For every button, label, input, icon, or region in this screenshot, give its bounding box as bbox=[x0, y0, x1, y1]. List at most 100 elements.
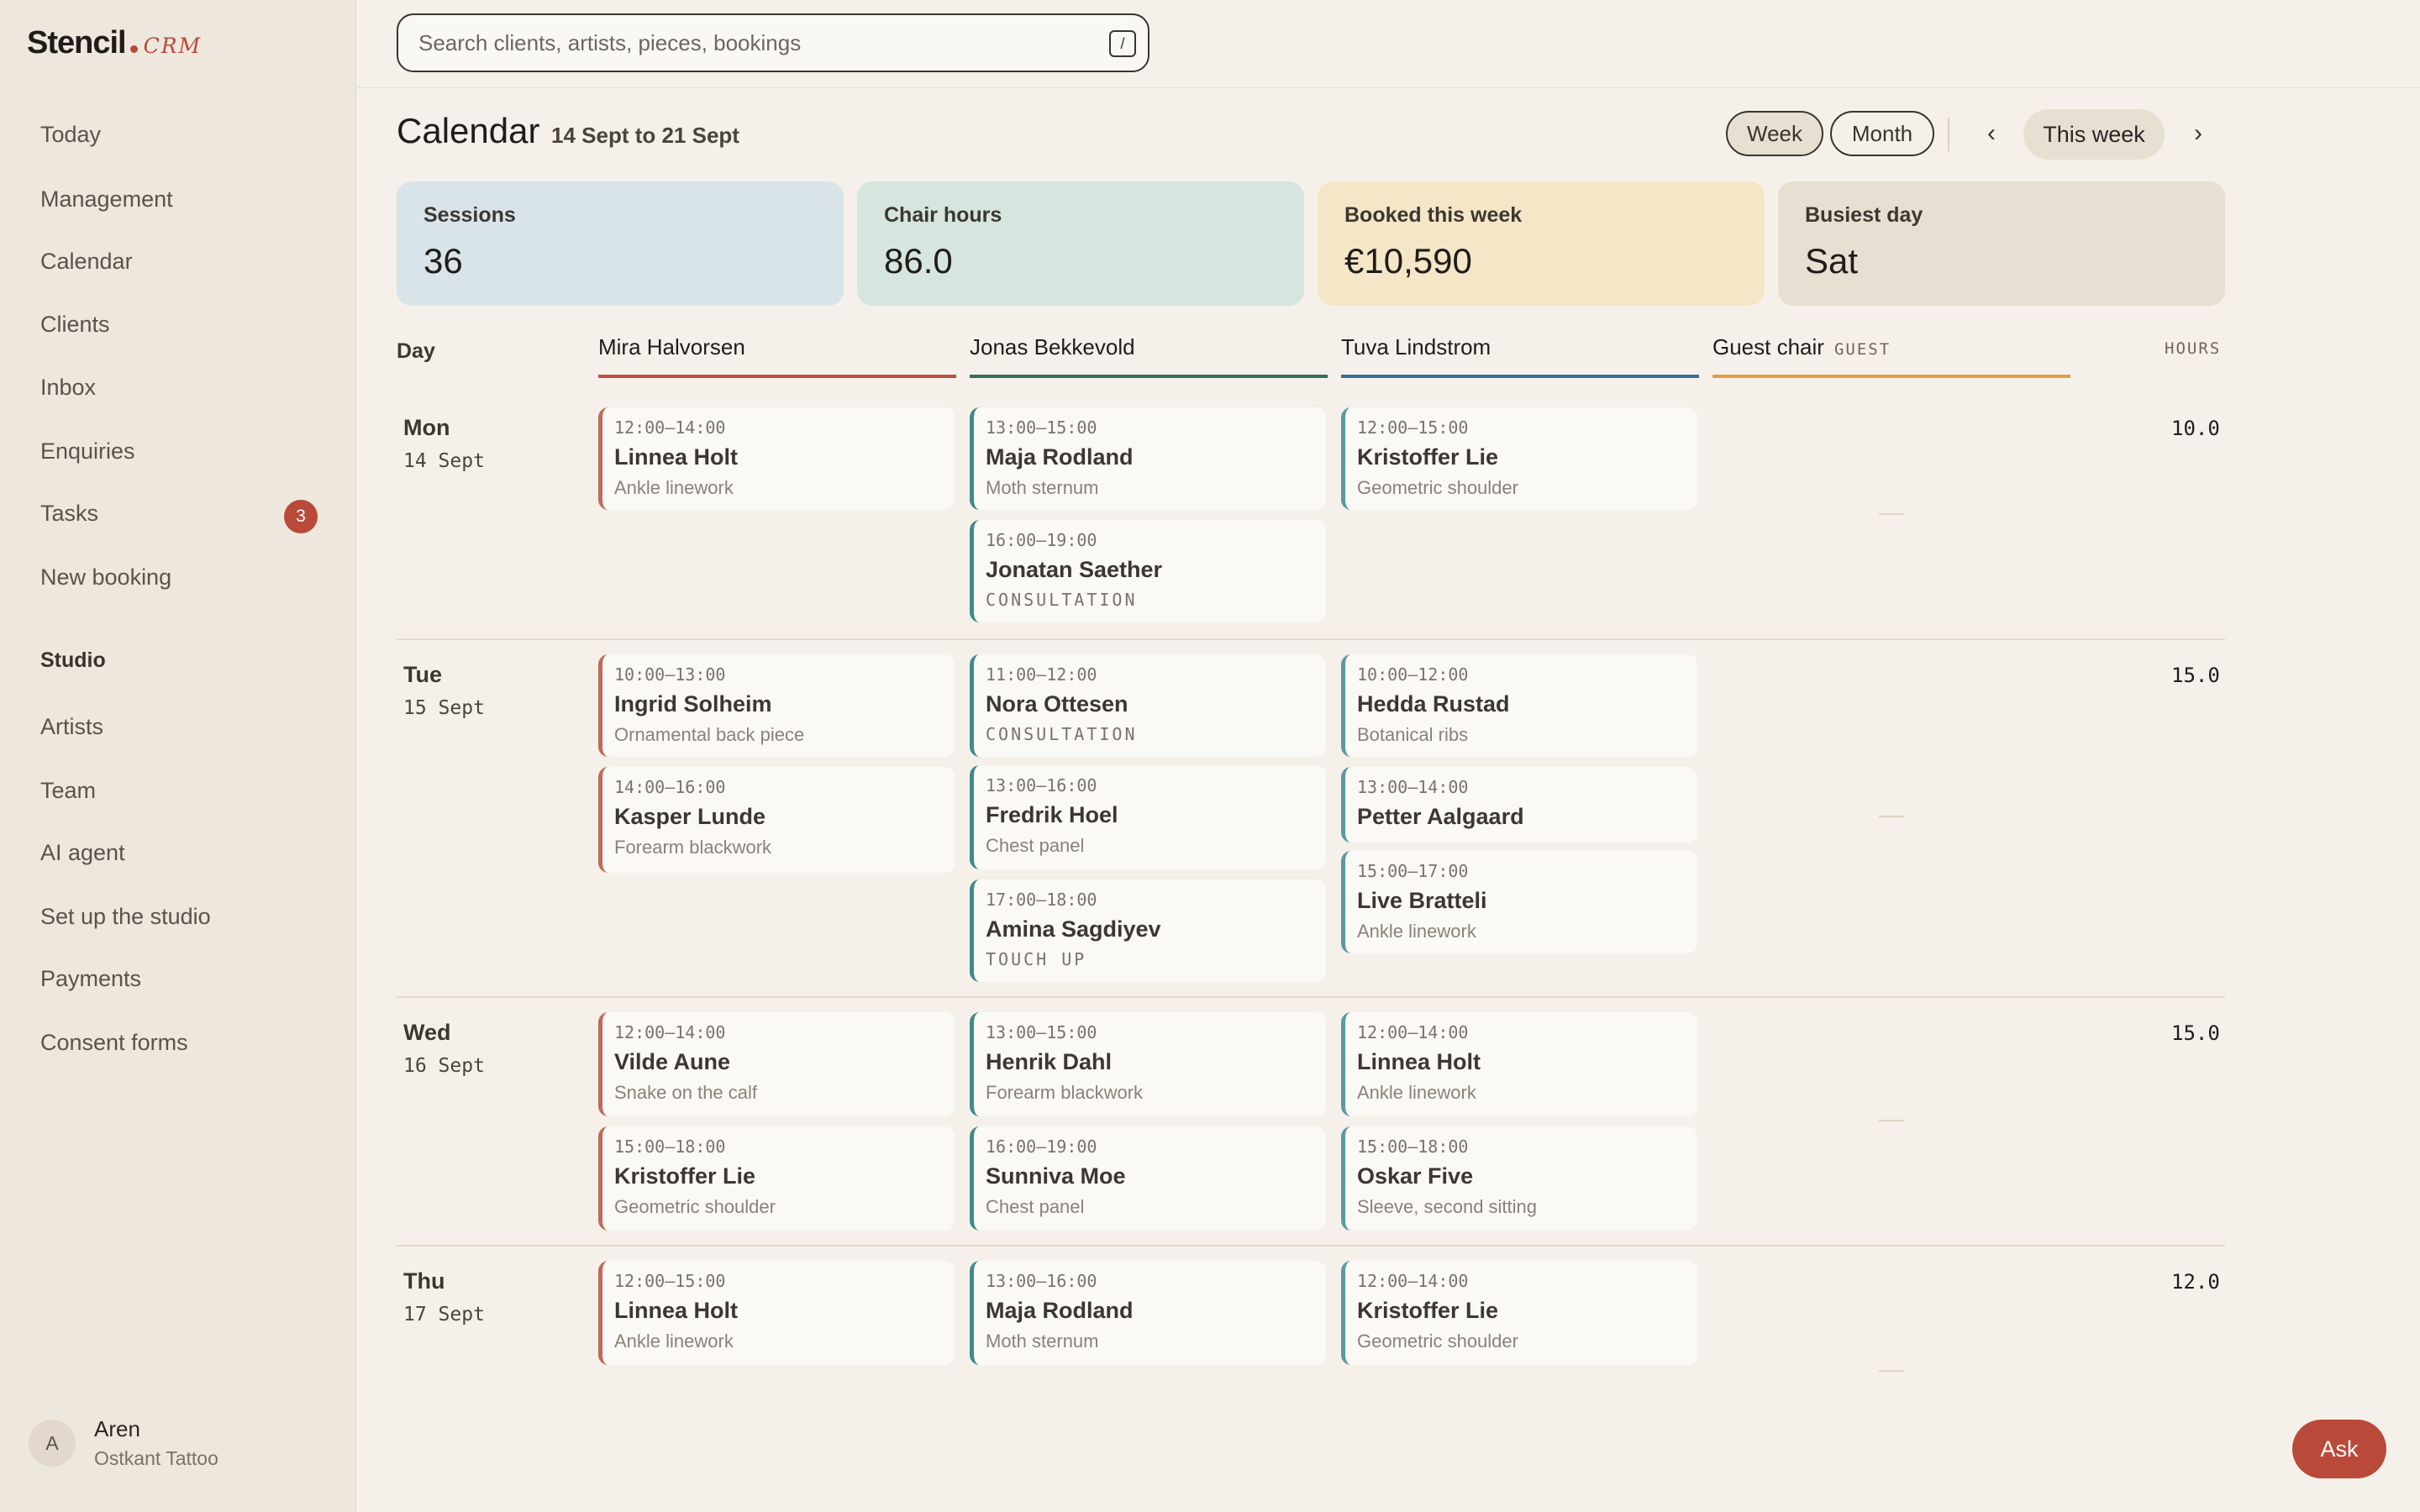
artist-header-jonas[interactable]: Jonas Bekkevold bbox=[970, 334, 1328, 378]
booking-client: Kasper Lunde bbox=[614, 804, 766, 829]
logo-dot-icon bbox=[129, 45, 138, 53]
booking-card[interactable]: 14:00–16:00 Kasper Lunde Forearm blackwo… bbox=[598, 767, 955, 873]
user-profile[interactable]: A Aren Ostkant Tattoo bbox=[29, 1416, 218, 1470]
guest-chair-empty[interactable] bbox=[1879, 513, 1904, 515]
booking-time: 15:00–17:00 bbox=[1357, 861, 1469, 881]
sidebar-item-today[interactable]: Today bbox=[40, 109, 318, 160]
stat-card-busiest-day: Busiest day Sat bbox=[1778, 181, 2225, 306]
sidebar-item-label: Team bbox=[40, 778, 97, 803]
guest-chair-empty[interactable] bbox=[1879, 1120, 1904, 1121]
sidebar-item-calendar[interactable]: Calendar bbox=[40, 236, 318, 286]
booking-piece: Ankle linework bbox=[614, 1331, 734, 1352]
artist-name: Tuva Lindstrom bbox=[1341, 334, 1491, 360]
guest-chair-empty[interactable] bbox=[1879, 816, 1904, 817]
avatar: A bbox=[29, 1420, 76, 1467]
booking-card[interactable]: 12:00–14:00 Linnea Holt Ankle linework bbox=[598, 407, 955, 510]
booking-card[interactable]: 17:00–18:00 Amina Sagdiyev TOUCH UP bbox=[970, 879, 1326, 982]
sidebar-item-management[interactable]: Management bbox=[40, 174, 318, 224]
hours-column-header: HOURS bbox=[2165, 339, 2222, 358]
booking-card[interactable]: 12:00–15:00 Linnea Holt Ankle linework bbox=[598, 1261, 955, 1365]
guest-chair-empty[interactable] bbox=[1879, 1370, 1904, 1372]
booking-card[interactable]: 13:00–16:00 Maja Rodland Moth sternum bbox=[970, 1261, 1326, 1365]
booking-piece: Chest panel bbox=[986, 835, 1085, 856]
row-divider bbox=[397, 1245, 2225, 1247]
booking-piece: Sleeve, second sitting bbox=[1357, 1196, 1538, 1217]
artist-color-bar bbox=[970, 375, 1328, 378]
booking-card[interactable]: 12:00–14:00 Vilde Aune Snake on the calf bbox=[598, 1012, 955, 1116]
prev-week-chevron-icon[interactable]: ‹ bbox=[1975, 113, 2008, 155]
sidebar-item-inbox[interactable]: Inbox bbox=[40, 362, 318, 412]
day-date: 14 Sept bbox=[403, 450, 485, 472]
app-name: Stencil bbox=[27, 25, 127, 60]
booking-card[interactable]: 11:00–12:00 Nora Ottesen CONSULTATION bbox=[970, 654, 1326, 757]
ask-ai-button[interactable]: Ask bbox=[2292, 1420, 2386, 1478]
row-divider bbox=[397, 638, 2225, 640]
day-date: 15 Sept bbox=[403, 697, 485, 719]
booking-type-tag: CONSULTATION bbox=[986, 724, 1138, 744]
booking-card[interactable]: 12:00–15:00 Kristoffer Lie Geometric sho… bbox=[1341, 407, 1697, 510]
search-box[interactable]: / bbox=[397, 13, 1150, 72]
user-info: Aren Ostkant Tattoo bbox=[94, 1416, 218, 1470]
booking-time: 14:00–16:00 bbox=[614, 777, 726, 797]
sidebar-item-enquiries[interactable]: Enquiries bbox=[40, 426, 318, 476]
artist-color-bar bbox=[1341, 375, 1699, 378]
view-week-button[interactable]: Week bbox=[1726, 111, 1823, 156]
booking-piece: Moth sternum bbox=[986, 1331, 1099, 1352]
booking-client: Live Bratteli bbox=[1357, 888, 1487, 913]
app-logo[interactable]: Stencil CRM bbox=[27, 25, 202, 61]
booking-card[interactable]: 13:00–15:00 Henrik Dahl Forearm blackwor… bbox=[970, 1012, 1326, 1116]
booking-client: Kristoffer Lie bbox=[1357, 444, 1499, 470]
booking-card[interactable]: 16:00–19:00 Sunniva Moe Chest panel bbox=[970, 1126, 1326, 1231]
day-hours: 12.0 bbox=[2171, 1270, 2220, 1294]
booking-type-tag: TOUCH UP bbox=[986, 949, 1087, 969]
booking-time: 12:00–15:00 bbox=[614, 1271, 726, 1291]
sidebar-item-team[interactable]: Team bbox=[40, 765, 318, 816]
guest-tag: GUEST bbox=[1833, 340, 1891, 359]
booking-time: 15:00–18:00 bbox=[614, 1137, 726, 1157]
sidebar-item-set-up-studio[interactable]: Set up the studio bbox=[40, 891, 318, 942]
artist-color-bar bbox=[1712, 375, 2070, 378]
sidebar-item-label: Management bbox=[40, 186, 173, 212]
booking-card[interactable]: 15:00–17:00 Live Bratteli Ankle linework bbox=[1341, 851, 1697, 953]
next-week-chevron-icon[interactable]: › bbox=[2181, 113, 2215, 155]
sidebar-item-label: Inbox bbox=[40, 375, 97, 400]
search-input[interactable] bbox=[418, 15, 1074, 71]
sidebar-item-artists[interactable]: Artists bbox=[40, 701, 318, 752]
sidebar-item-new-booking[interactable]: New booking bbox=[40, 552, 318, 602]
sidebar-item-label: Today bbox=[40, 122, 102, 147]
booking-card[interactable]: 13:00–14:00 Petter Aalgaard bbox=[1341, 767, 1697, 843]
stat-value: 36 bbox=[424, 241, 463, 281]
stat-card-booked-this-week: Booked this week €10,590 bbox=[1318, 181, 1765, 306]
booking-card[interactable]: 16:00–19:00 Jonatan Saether CONSULTATION bbox=[970, 520, 1326, 622]
tasks-count-badge: 3 bbox=[284, 500, 318, 533]
day-hours: 15.0 bbox=[2171, 664, 2220, 687]
booking-card[interactable]: 13:00–16:00 Fredrik Hoel Chest panel bbox=[970, 765, 1326, 869]
sidebar-item-label: New booking bbox=[40, 564, 172, 590]
booking-client: Linnea Holt bbox=[614, 1298, 738, 1323]
booking-card[interactable]: 12:00–14:00 Kristoffer Lie Geometric sho… bbox=[1341, 1261, 1697, 1365]
header-divider bbox=[1948, 118, 1949, 151]
booking-time: 15:00–18:00 bbox=[1357, 1137, 1469, 1157]
booking-card[interactable]: 15:00–18:00 Oskar Five Sleeve, second si… bbox=[1341, 1126, 1697, 1231]
booking-card[interactable]: 13:00–15:00 Maja Rodland Moth sternum bbox=[970, 407, 1326, 510]
booking-card[interactable]: 10:00–13:00 Ingrid Solheim Ornamental ba… bbox=[598, 654, 955, 757]
stat-label: Busiest day bbox=[1805, 203, 1923, 227]
booking-card[interactable]: 15:00–18:00 Kristoffer Lie Geometric sho… bbox=[598, 1126, 955, 1231]
sidebar-item-clients[interactable]: Clients bbox=[40, 299, 318, 349]
view-month-button[interactable]: Month bbox=[1830, 111, 1934, 156]
booking-client: Jonatan Saether bbox=[986, 557, 1163, 582]
booking-card[interactable]: 10:00–12:00 Hedda Rustad Botanical ribs bbox=[1341, 654, 1697, 757]
sidebar-item-consent-forms[interactable]: Consent forms bbox=[40, 1017, 318, 1068]
artist-header-guest-chair[interactable]: Guest chair GUEST bbox=[1712, 334, 2070, 378]
sidebar-item-label: Calendar bbox=[40, 249, 133, 274]
booking-card[interactable]: 12:00–14:00 Linnea Holt Ankle linework bbox=[1341, 1012, 1697, 1116]
sidebar-item-ai-agent[interactable]: AI agent bbox=[40, 827, 318, 878]
artist-header-tuva[interactable]: Tuva Lindstrom bbox=[1341, 334, 1699, 378]
booking-time: 12:00–14:00 bbox=[614, 417, 726, 438]
booking-time: 16:00–19:00 bbox=[986, 1137, 1097, 1157]
artist-header-mira[interactable]: Mira Halvorsen bbox=[598, 334, 956, 378]
this-week-button[interactable]: This week bbox=[2023, 109, 2165, 160]
booking-piece: Geometric shoulder bbox=[1357, 1331, 1518, 1352]
sidebar-item-tasks[interactable]: Tasks 3 bbox=[40, 488, 318, 538]
sidebar-item-payments[interactable]: Payments bbox=[40, 953, 318, 1004]
